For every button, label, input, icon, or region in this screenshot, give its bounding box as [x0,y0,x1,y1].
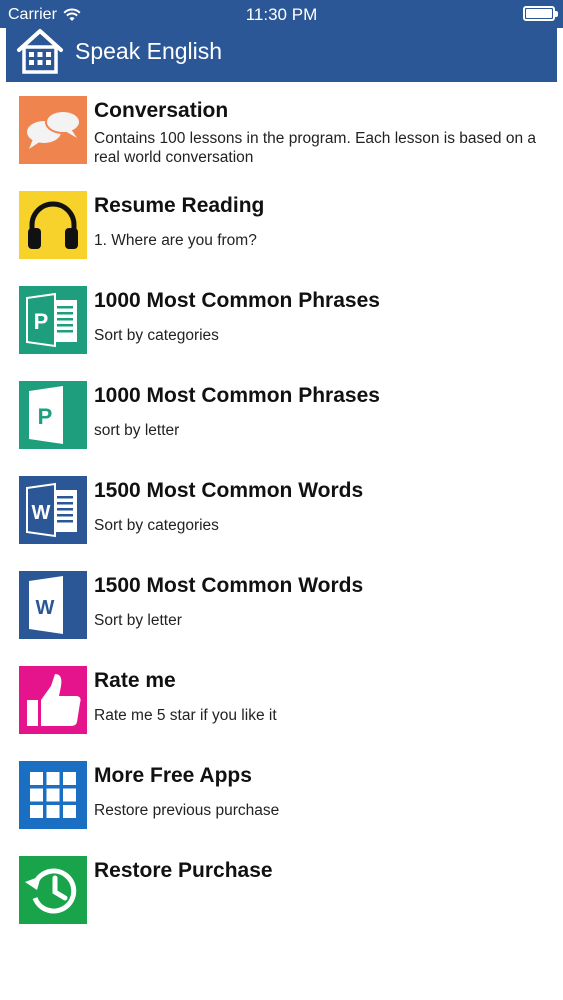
history-clock-icon [19,856,87,924]
menu-item-words-by-letter[interactable]: W 1500 Most Common Words Sort by letter [0,560,563,655]
words-letter-tile: W [19,571,87,639]
item-subtitle: Rate me 5 star if you like it [94,707,277,724]
item-title: More Free Apps [94,764,252,787]
chat-bubbles-icon [19,96,87,164]
item-title: 1500 Most Common Words [94,574,364,597]
item-title: Conversation [94,99,229,122]
item-subtitle: Restore previous purchase [94,802,280,819]
item-subtitle: Sort by letter [94,612,182,629]
svg-text:P: P [34,309,49,334]
svg-text:P: P [38,404,53,429]
nav-bar: Speak English [6,28,557,82]
item-title: 1500 Most Common Words [94,479,364,502]
word-document-icon: W [19,476,87,544]
svg-text:W: W [32,502,51,524]
menu-item-resume-reading[interactable]: Resume Reading 1. Where are you from? [0,180,563,275]
home-button[interactable] [16,28,64,74]
phrases-letter-tile: P [19,381,87,449]
item-title: 1000 Most Common Phrases [94,289,380,312]
status-bar: Carrier 11:30 PM [0,0,563,28]
words-category-tile: W [19,476,87,544]
word-icon: W [19,571,87,639]
item-subtitle: sort by letter [94,422,180,439]
menu-item-restore-purchase[interactable]: Restore Purchase [0,845,563,940]
status-time: 11:30 PM [245,5,318,24]
item-title: Resume Reading [94,194,265,217]
publisher-document-icon: P [19,286,87,354]
conversation-tile [19,96,87,164]
home-icon [17,29,63,74]
menu-item-phrases-by-letter[interactable]: P 1000 Most Common Phrases sort by lette… [0,370,563,465]
battery-icon [523,6,558,21]
item-title: Restore Purchase [94,859,273,882]
app-grid-icon [19,761,87,829]
menu-item-more-free-apps[interactable]: More Free Apps Restore previous purchase [0,750,563,845]
item-title: Rate me [94,669,176,692]
item-subtitle: 1. Where are you from? [94,232,257,249]
restore-purchase-tile [19,856,87,924]
menu-item-rate-me[interactable]: Rate me Rate me 5 star if you like it [0,655,563,750]
menu-item-phrases-by-category[interactable]: P 1000 Most Common Phrases Sort by categ… [0,275,563,370]
rate-me-tile [19,666,87,734]
more-apps-tile [19,761,87,829]
publisher-icon: P [19,381,87,449]
page-title: Speak English [75,38,223,64]
phrases-category-tile: P [19,286,87,354]
menu-item-conversation[interactable]: Conversation Contains 100 lessons in the… [0,85,563,180]
resume-reading-tile [19,191,87,259]
svg-text:W: W [36,597,55,619]
headphones-icon [19,191,87,259]
item-subtitle: Sort by categories [94,327,219,344]
thumbs-up-icon [19,666,87,734]
item-title: 1000 Most Common Phrases [94,384,380,407]
item-subtitle: Sort by categories [94,517,219,534]
item-subtitle: Contains 100 lessons in the program. Eac… [94,130,537,166]
menu-item-words-by-category[interactable]: W 1500 Most Common Words Sort by categor… [0,465,563,560]
